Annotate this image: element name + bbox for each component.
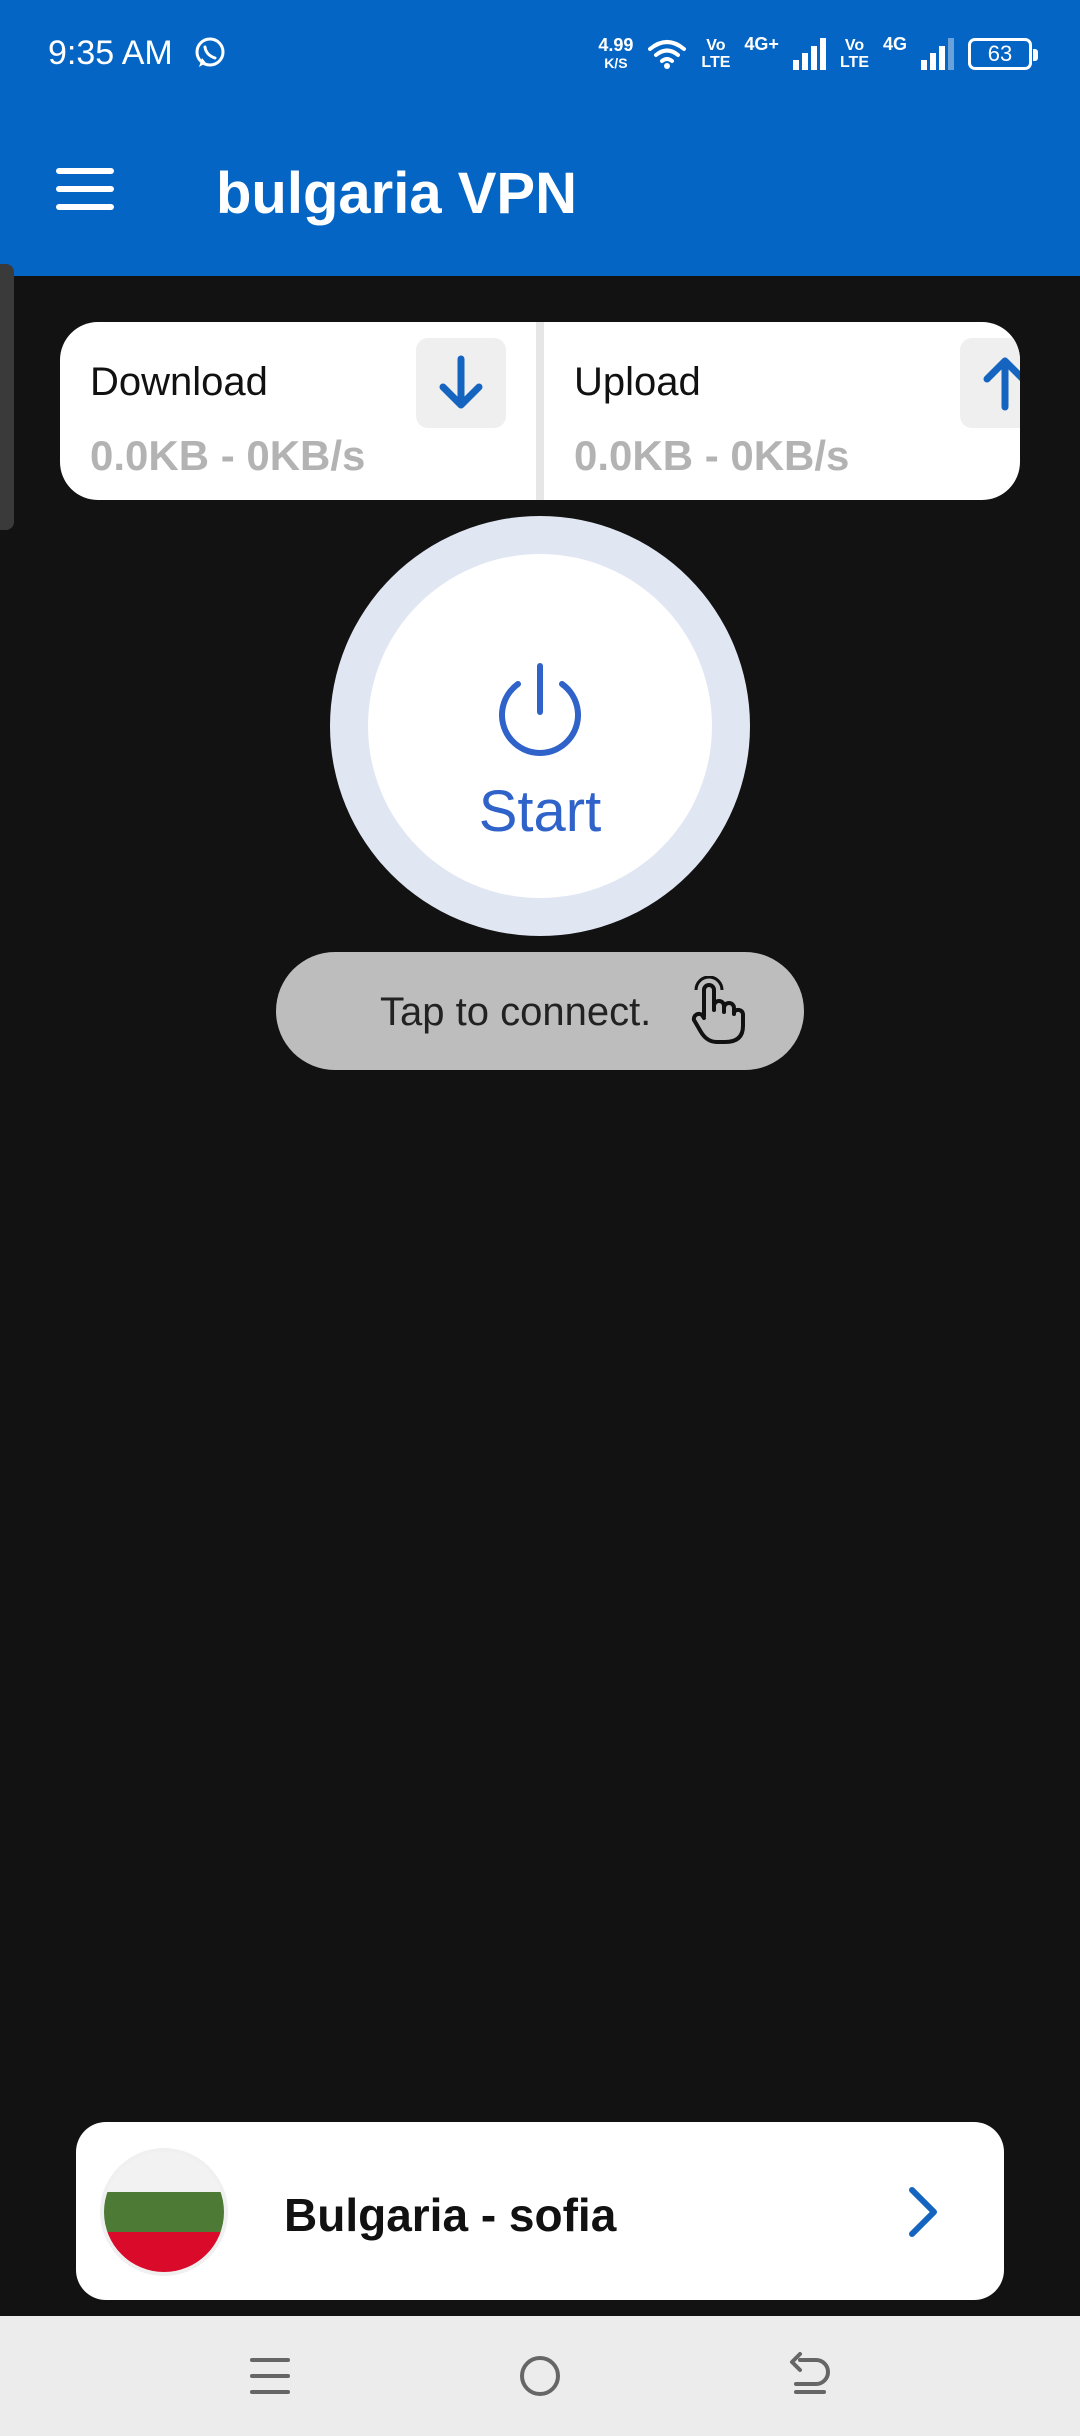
volte-badge-1: Vo LTE bbox=[701, 37, 730, 71]
download-stat: Download 0.0KB - 0KB/s bbox=[60, 322, 540, 500]
power-button-ring: Start bbox=[330, 516, 750, 936]
network-type-1: 4G+ bbox=[744, 34, 779, 54]
network-type-2: 4G bbox=[882, 34, 907, 54]
tap-to-connect-toast: Tap to connect. bbox=[276, 952, 804, 1070]
signal-icon bbox=[792, 38, 826, 70]
battery-level: 63 bbox=[987, 41, 1013, 66]
upload-value: 0.0KB - 0KB/s bbox=[574, 432, 850, 479]
status-time: 9:35 AM bbox=[48, 34, 173, 72]
drawer-handle[interactable] bbox=[0, 264, 14, 530]
flag-stripe-green bbox=[104, 2192, 224, 2232]
wifi-icon bbox=[648, 40, 687, 69]
recents-icon[interactable] bbox=[240, 2346, 300, 2406]
server-selector[interactable]: Bulgaria - sofia bbox=[76, 2122, 1004, 2300]
bulgaria-flag-icon bbox=[104, 2152, 224, 2272]
arrow-up-icon bbox=[960, 338, 1020, 428]
volte-badge-2: Vo LTE bbox=[840, 37, 869, 71]
volte1-bottom: LTE bbox=[701, 54, 731, 71]
net-speed: 4.99 K/S bbox=[598, 36, 633, 72]
hamburger-menu-icon[interactable] bbox=[56, 168, 114, 214]
flag-stripe-red bbox=[104, 2232, 224, 2272]
upload-label: Upload bbox=[574, 360, 701, 404]
battery-icon: 63 bbox=[968, 38, 1038, 70]
home-icon[interactable] bbox=[510, 2346, 570, 2406]
download-label: Download bbox=[90, 360, 268, 404]
signal-icon-2 bbox=[921, 38, 954, 70]
flag-stripe-white bbox=[104, 2152, 224, 2192]
chevron-right-icon bbox=[909, 2187, 937, 2237]
start-label: Start bbox=[478, 779, 602, 844]
power-icon bbox=[499, 663, 581, 756]
start-button[interactable]: Start bbox=[368, 554, 712, 898]
net-speed-unit: K/S bbox=[604, 55, 628, 71]
upload-stat: Upload 0.0KB - 0KB/s bbox=[544, 322, 1020, 500]
volte1-top: Vo bbox=[706, 37, 726, 54]
hand-tap-icon bbox=[691, 976, 745, 1044]
arrow-down-icon bbox=[416, 338, 506, 428]
page-title: bulgaria VPN bbox=[216, 161, 577, 226]
server-name: Bulgaria - sofia bbox=[284, 2189, 617, 2241]
net-speed-value: 4.99 bbox=[598, 35, 634, 55]
whatsapp-icon bbox=[195, 37, 225, 67]
status-bar: 9:35 AM 4.99 K/S Vo LTE 4G+ Vo LTE 4G 63 bbox=[0, 0, 1080, 108]
volte2-bottom: LTE bbox=[839, 54, 869, 71]
download-value: 0.0KB - 0KB/s bbox=[90, 432, 366, 479]
toast-text: Tap to connect. bbox=[380, 990, 652, 1034]
system-nav-bar bbox=[0, 2316, 1080, 2436]
traffic-stats-card: Download 0.0KB - 0KB/s Upload 0.0KB - 0K… bbox=[60, 322, 1020, 500]
app-bar: bulgaria VPN bbox=[0, 108, 1080, 276]
status-icons: 4.99 K/S Vo LTE 4G+ Vo LTE 4G 63 bbox=[598, 32, 1038, 76]
stats-divider bbox=[536, 322, 544, 500]
back-icon[interactable] bbox=[780, 2346, 840, 2406]
volte2-top: Vo bbox=[844, 37, 865, 54]
